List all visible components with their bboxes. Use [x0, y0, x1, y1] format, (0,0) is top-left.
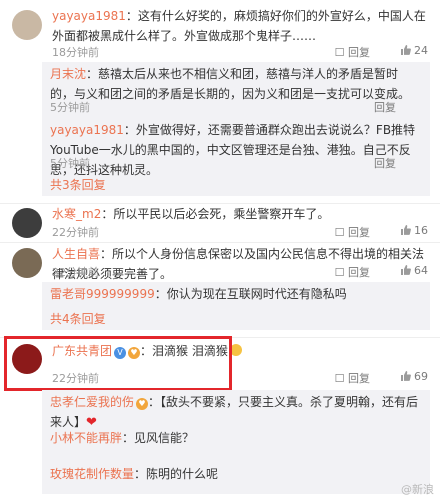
timestamp: 5分钟前 [50, 157, 90, 170]
highlight-box [4, 336, 232, 391]
reply-author[interactable]: 玫瑰花制作数量 [50, 467, 134, 481]
reply-item: 小林不能再胖：见风信能？ [50, 431, 195, 445]
reply-author[interactable]: yayaya1981 [50, 123, 124, 137]
reply-item: 忠孝仁爱我的伤 ♥ ：【敌头不要紧，只要主义真。杀了夏明翰，还有后来人】❤ [50, 395, 419, 430]
share-icon: ☐ [334, 266, 345, 279]
comment-meta: 22分钟前 ☐ 回复 64 [52, 264, 428, 280]
comment-text: yayaya1981：这有什么好奖的，麻烦搞好你们的外宣好么，中国人在外面都被黑… [52, 9, 426, 43]
share-icon: ☐ [334, 46, 345, 59]
timestamp: 18分钟前 [52, 46, 99, 59]
avatar[interactable] [12, 248, 42, 278]
reply-author[interactable]: 小林不能再胖 [50, 431, 122, 445]
reply-button[interactable]: ☐ 回复 [335, 224, 370, 240]
reply-label: 回复 [348, 266, 370, 279]
reply-label: 回复 [348, 46, 370, 59]
more-replies-link[interactable]: 共4条回复 [50, 310, 106, 327]
reply-item: 雷老哥999999999：你认为现在互联网时代还有隐私吗 [50, 287, 347, 301]
like-button[interactable]: 69 [400, 370, 428, 383]
share-icon: ☐ [334, 226, 345, 239]
divider [0, 242, 440, 243]
reply-item: yayaya1981：外宣做得好，还需要普通群众跑出去说说么？FB推特YouTu… [50, 123, 416, 177]
reply-body: 陈明的什么呢 [146, 467, 219, 481]
avatar[interactable] [12, 208, 42, 238]
reply-box: 忠孝仁爱我的伤 ♥ ：【敌头不要紧，只要主义真。杀了夏明翰，还有后来人】❤ 小林不能… [42, 390, 430, 494]
reply-button[interactable]: ☐ 回复 [335, 264, 370, 280]
like-count: 16 [414, 224, 428, 237]
reply-author[interactable]: 忠孝仁爱我的伤 [50, 395, 134, 409]
reply-body: 慈禧太后从来也不相信义和团，慈禧与洋人的矛盾是暂时的，与义和团之间的矛盾是长期的… [50, 67, 411, 101]
thumb-up-icon [401, 225, 411, 235]
more-replies-link[interactable]: 共3条回复 [50, 176, 106, 193]
reply-author[interactable]: 雷老哥999999999 [50, 287, 155, 301]
vip-badge-icon: ♥ [136, 398, 149, 410]
reply-button[interactable]: 回复 [374, 99, 396, 115]
comment-meta: 22分钟前 ☐ 回复 16 [52, 224, 428, 240]
share-icon: ☐ [334, 372, 345, 385]
reply-button[interactable]: 回复 [374, 155, 396, 171]
comment-author[interactable]: 人生自喜 [52, 247, 100, 261]
avatar[interactable] [12, 10, 42, 40]
like-button[interactable]: 64 [400, 264, 428, 277]
like-button[interactable]: 24 [400, 44, 428, 57]
like-count: 64 [414, 264, 428, 277]
comment-author[interactable]: 水寒_m2 [52, 207, 101, 221]
like-count: 24 [414, 44, 428, 57]
reply-item: 玫瑰花制作数量：陈明的什么呢 [50, 467, 219, 481]
timestamp: 5分钟前 [50, 101, 90, 114]
timestamp: 22分钟前 [52, 226, 99, 239]
comment-text: 水寒_m2：所以平民以后必会死，乘坐警察开车了。 [52, 207, 330, 221]
thumb-up-icon [401, 371, 411, 381]
thumb-up-icon [401, 265, 411, 275]
reply-button[interactable]: ☐ 回复 [335, 44, 370, 60]
reply-meta: 5分钟前 回复 [50, 155, 422, 171]
watermark: @新浪 [401, 483, 434, 496]
comment-body: 所以平民以后必会死，乘坐警察开车了。 [113, 207, 330, 221]
reply-meta: 5分钟前 回复 [50, 99, 422, 115]
reply-author[interactable]: 月末沈 [50, 67, 86, 81]
timestamp: 22分钟前 [52, 266, 99, 279]
reply-box: 月末沈：慈禧太后从来也不相信义和团，慈禧与洋人的矛盾是暂时的，与义和团之间的矛盾… [42, 62, 430, 196]
reply-box: 雷老哥999999999：你认为现在互联网时代还有隐私吗 共4条回复 [42, 282, 430, 330]
reply-body: 见风信能？ [134, 431, 195, 445]
reply-item: 月末沈：慈禧太后从来也不相信义和团，慈禧与洋人的矛盾是暂时的，与义和团之间的矛盾… [50, 67, 411, 101]
comment-meta: 18分钟前 ☐ 回复 24 [52, 44, 428, 60]
like-button[interactable]: 16 [400, 224, 428, 237]
comment-author[interactable]: yayaya1981 [52, 9, 126, 23]
reply-label: 回复 [348, 226, 370, 239]
reply-body: 你认为现在互联网时代还有隐私吗 [166, 287, 347, 301]
reply-button[interactable]: ☐ 回复 [335, 370, 370, 386]
thumb-up-icon [401, 45, 411, 55]
like-count: 69 [414, 370, 428, 383]
reply-label: 回复 [348, 372, 370, 385]
